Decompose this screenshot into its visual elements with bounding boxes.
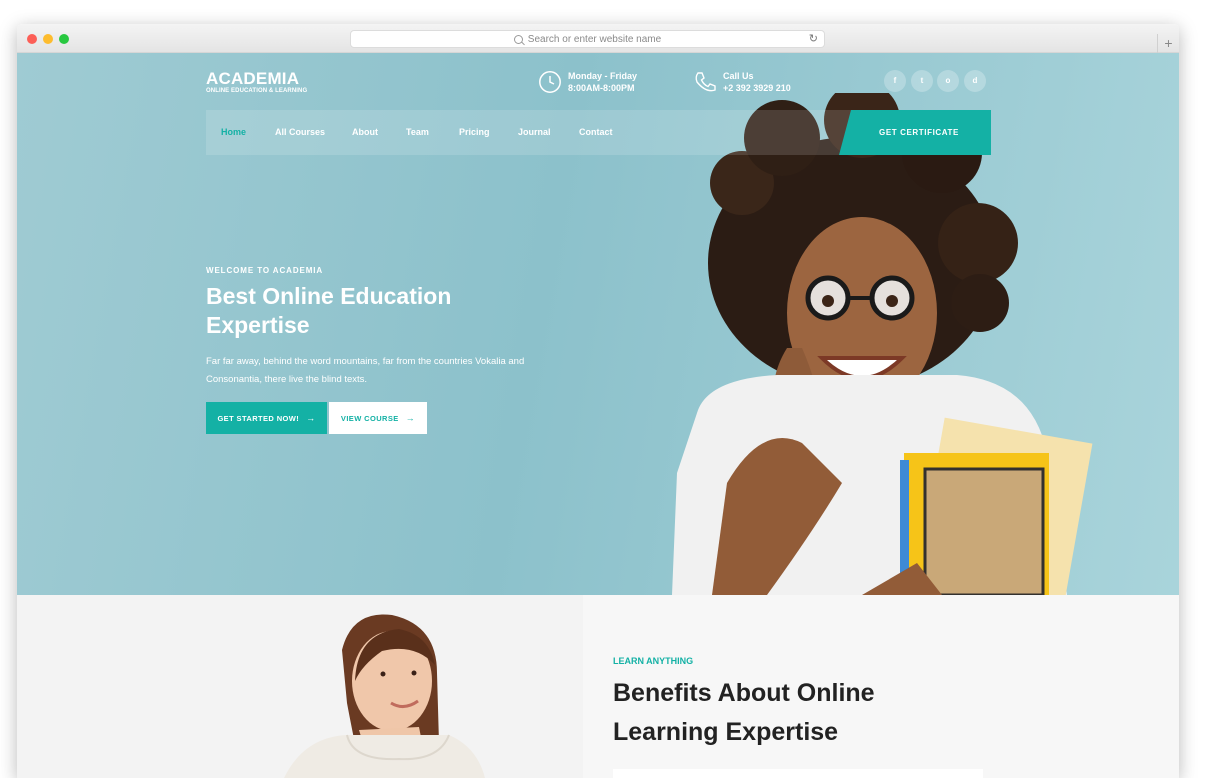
benefits-title: Benefits About Online Learning Expertise <box>613 679 875 746</box>
get-certificate-button[interactable]: GET CERTIFICATE <box>839 110 991 155</box>
facebook-icon[interactable]: f <box>884 70 906 92</box>
view-course-label: VIEW COURSE <box>340 413 399 423</box>
address-placeholder: Search or enter website name <box>527 33 662 45</box>
get-started-button[interactable]: GET STARTED NOW! → <box>206 402 327 434</box>
content-card-top <box>613 769 983 778</box>
brand-tagline: ONLINE EDUCATION & LEARNING <box>206 88 308 94</box>
nav-item-all-courses[interactable]: All Courses <box>275 127 325 137</box>
call-info: Call Us +2 392 3929 210 <box>723 70 791 94</box>
nav-item-journal[interactable]: Journal <box>518 127 551 137</box>
arrow-right-icon: → <box>405 413 416 423</box>
call-value[interactable]: +2 392 3929 210 <box>723 82 791 94</box>
instagram-icon[interactable]: o <box>937 70 959 92</box>
browser-titlebar: Search or enter website name ↻ + <box>17 24 1179 53</box>
hero-kicker: WELCOME TO ACADEMIA <box>206 266 324 275</box>
hero-title: Best Online Education Expertise <box>206 283 452 338</box>
call-label: Call Us <box>723 71 754 81</box>
brand-logo[interactable]: ACADEMIA <box>206 69 299 89</box>
view-course-button[interactable]: VIEW COURSE → <box>329 402 427 434</box>
reload-icon[interactable]: ↻ <box>809 32 818 45</box>
student-photo <box>672 93 1093 595</box>
woman-photo <box>17 595 583 778</box>
benefits-image-panel <box>17 595 583 778</box>
benefits-kicker: LEARN ANYTHING <box>613 656 694 666</box>
hours-label: Monday - Friday <box>568 71 638 81</box>
phone-icon <box>695 72 716 92</box>
minimize-window-icon[interactable] <box>43 34 53 44</box>
close-window-icon[interactable] <box>27 34 37 44</box>
office-hours: Monday - Friday 8:00AM-8:00PM <box>568 70 637 94</box>
nav-item-home[interactable]: Home <box>221 127 246 137</box>
address-bar[interactable]: Search or enter website name ↻ <box>350 30 825 48</box>
hours-value: 8:00AM-8:00PM <box>568 83 635 93</box>
clock-icon <box>539 71 561 93</box>
maximize-window-icon[interactable] <box>59 34 69 44</box>
arrow-right-icon: → <box>306 413 316 423</box>
nav-item-team[interactable]: Team <box>406 127 429 137</box>
dribbble-icon[interactable]: d <box>964 70 986 92</box>
twitter-icon[interactable]: t <box>911 70 933 92</box>
nav-item-contact[interactable]: Contact <box>579 127 613 137</box>
search-icon <box>513 34 523 44</box>
benefits-content: LEARN ANYTHING Benefits About Online Lea… <box>583 595 1179 778</box>
new-tab-button[interactable]: + <box>1157 34 1179 53</box>
nav-item-about[interactable]: About <box>352 127 378 137</box>
hero-description: Far far away, behind the word mountains,… <box>206 356 525 385</box>
hero-section: ACADEMIA ONLINE EDUCATION & LEARNING Mon… <box>17 53 1179 595</box>
get-started-label: GET STARTED NOW! <box>217 413 300 423</box>
nav-item-pricing[interactable]: Pricing <box>459 127 490 137</box>
browser-window: Search or enter website name ↻ + ACADEMI… <box>17 24 1179 778</box>
benefits-section: LEARN ANYTHING Benefits About Online Lea… <box>17 595 1179 778</box>
